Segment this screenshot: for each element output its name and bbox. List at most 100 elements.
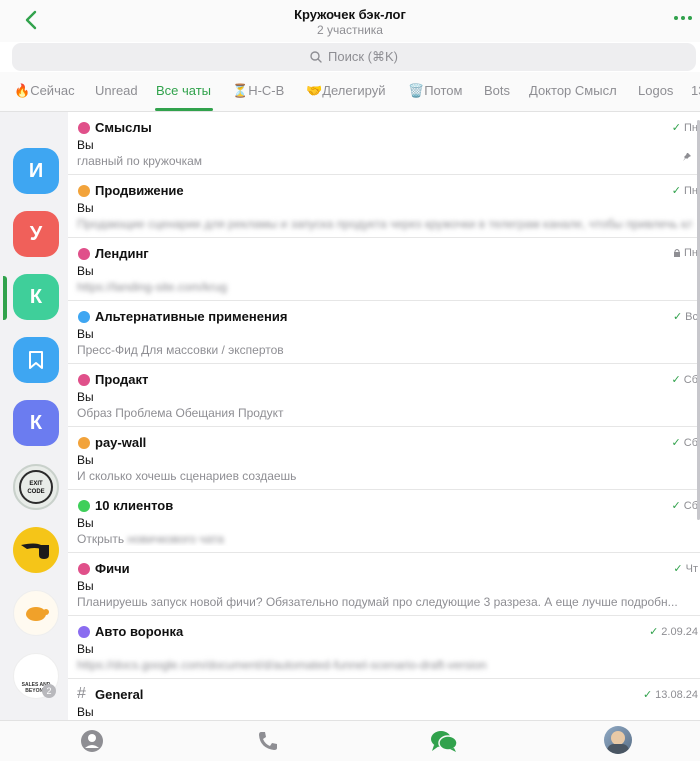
chat-title: Смыслы: [95, 120, 152, 135]
chat-sender: Вы: [77, 516, 94, 530]
active-folder-indicator: [3, 276, 7, 320]
folder-k-active[interactable]: К: [13, 274, 59, 320]
profile-icon[interactable]: [80, 729, 104, 753]
tab-13[interactable]: 13: [691, 83, 700, 98]
folder-i[interactable]: И: [13, 148, 59, 194]
chat-row-paywall[interactable]: pay-wall Вы И сколько хочешь сценариев с…: [68, 427, 700, 490]
tab-all-chats[interactable]: Все чаты: [156, 83, 211, 98]
chat-time: ✓ Вс: [672, 311, 698, 323]
chat-title: pay-wall: [95, 435, 147, 450]
chat-sender: Вы: [77, 327, 94, 341]
exit-code-logo[interactable]: EXIT CODE: [13, 464, 59, 510]
chat-row-prodvizhenie[interactable]: Продвижение Вы Продающие сценарии для ре…: [68, 175, 700, 238]
read-check-icon: ✓: [671, 122, 682, 134]
chat-time: ✓ 13.08.24: [642, 689, 698, 701]
turtle-logo[interactable]: [13, 590, 59, 636]
bottom-nav: [0, 720, 700, 761]
chats-icon[interactable]: [430, 729, 458, 753]
chat-row-auto-funnel[interactable]: Авто воронка Вы https://docs.google.com/…: [68, 616, 700, 679]
turtle-icon: [26, 607, 49, 621]
folder-sidebar: И У К К EXIT CODE SALES AND BEYOND 2: [0, 112, 68, 720]
chat-preview: Планируешь запуск новой фичи? Обязательн…: [77, 595, 678, 609]
chat-time: ✓ Чт: [673, 563, 698, 575]
chat-preview: https://docs.google.com/document/d/autom…: [77, 658, 487, 672]
chat-title: Альтернативные применения: [95, 309, 288, 324]
read-check-icon: ✓: [671, 500, 681, 512]
tab-delegate[interactable]: 🤝Делегируй: [306, 83, 385, 99]
chat-title: 10 клиентов: [95, 498, 174, 513]
phone-icon[interactable]: [256, 729, 280, 753]
chat-preview: Продающие сценарии для рекламы и запуска…: [77, 217, 692, 231]
read-check-icon: ✓: [673, 563, 683, 575]
chat-list: Смыслы Вы главный по кружочкам ✓ Пн Продв…: [68, 112, 700, 720]
chat-row-landing[interactable]: Лендинг Вы https://landing-site.com/krug…: [68, 238, 700, 301]
chat-sender: Вы: [77, 264, 94, 278]
chat-row-smysly[interactable]: Смыслы Вы главный по кружочкам ✓ Пн: [68, 112, 700, 175]
chat-row-features[interactable]: Фичи Вы Планируешь запуск новой фичи? Об…: [68, 553, 700, 616]
active-tab-indicator: [155, 108, 213, 111]
topic-icon: [78, 563, 90, 575]
more-dots-icon[interactable]: [674, 14, 692, 22]
chat-time: ✓ Сб: [671, 437, 698, 449]
tab-unread[interactable]: Unread: [95, 83, 138, 98]
chat-row-alternative[interactable]: Альтернативные применения Вы Пресс-Фид Д…: [68, 301, 700, 364]
tab-bots[interactable]: Bots: [484, 83, 510, 98]
chat-row-10-clients[interactable]: 10 клиентов Вы Открыть новичкового чата …: [68, 490, 700, 553]
hash-icon: #: [77, 685, 86, 702]
topic-icon: [78, 626, 90, 638]
chat-sender: Вы: [77, 579, 94, 593]
read-check-icon: ✓: [671, 437, 681, 449]
read-check-icon: ✓: [649, 626, 659, 638]
folder-tabs: 🔥Сейчас Unread Все чаты ⏳Н-С-В 🤝Делегиру…: [0, 72, 700, 112]
pipe-logo[interactable]: [13, 527, 59, 573]
chat-preview: И сколько хочешь сценариев создаешь: [77, 469, 297, 483]
read-check-icon: ✓: [671, 374, 681, 386]
chat-sender: Вы: [77, 642, 94, 656]
chat-time: ✓ Пн: [671, 122, 698, 134]
read-check-icon: ✓: [642, 689, 653, 701]
chat-time: ✓ Пн: [671, 185, 698, 197]
topic-icon: [78, 437, 90, 449]
topic-icon: [78, 122, 90, 134]
tab-now[interactable]: 🔥Сейчас: [14, 83, 75, 99]
chat-row-general[interactable]: # General Вы ✓ 13.08.24: [68, 679, 700, 720]
topic-icon: [78, 185, 90, 197]
search-input[interactable]: Поиск (⌘K): [12, 43, 696, 71]
tab-logos[interactable]: Logos: [638, 83, 673, 98]
chat-preview: https://landing-site.com/krug: [77, 280, 228, 294]
page-title: Кружочек бэк-лог: [294, 7, 406, 22]
chat-title: Продакт: [95, 372, 149, 387]
chat-time: ✓ Сб: [671, 500, 698, 512]
chat-time: ✓ Сб: [671, 374, 698, 386]
topic-icon: [78, 248, 90, 260]
chat-time: Пн: [673, 247, 698, 259]
chat-title: Лендинг: [95, 246, 149, 261]
chat-sender: Вы: [77, 390, 94, 404]
topic-icon: [78, 374, 90, 386]
tab-later[interactable]: 🗑️Потом: [408, 83, 462, 99]
folder-saved[interactable]: [13, 337, 59, 383]
chat-preview: Пресс-Фид Для массовки / экспертов: [77, 343, 284, 357]
chat-sender: Вы: [77, 138, 94, 152]
chat-title: Продвижение: [95, 183, 184, 198]
bookmark-icon: [29, 351, 43, 369]
topic-icon: [78, 311, 90, 323]
folder-k2[interactable]: К: [13, 400, 59, 446]
folder-u[interactable]: У: [13, 211, 59, 257]
chat-row-product[interactable]: Продакт Вы Образ Проблема Обещания Проду…: [68, 364, 700, 427]
tab-nsv[interactable]: ⏳Н-С-В: [232, 83, 284, 99]
lock-icon: [674, 249, 681, 257]
read-check-icon: ✓: [672, 311, 683, 323]
tab-doctor-smysl[interactable]: Доктор Смысл: [529, 83, 617, 98]
pipe-icon: [21, 543, 49, 559]
member-count: 2 участника: [317, 23, 383, 37]
chat-sender: Вы: [77, 453, 94, 467]
chat-sender: Вы: [77, 201, 94, 215]
chat-preview: Образ Проблема Обещания Продукт: [77, 406, 284, 420]
chat-preview: Открыть новичкового чата: [77, 532, 224, 546]
chat-header: Кружочек бэк-лог 2 участника: [0, 0, 700, 42]
settings-avatar[interactable]: [604, 726, 632, 754]
chat-title: General: [95, 687, 144, 702]
topic-icon: [78, 500, 90, 512]
chat-preview: главный по кружочкам: [77, 154, 203, 168]
